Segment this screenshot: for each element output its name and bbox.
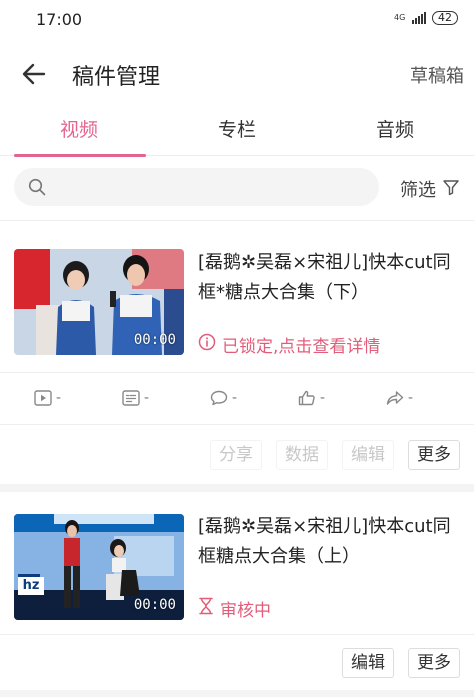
more-button[interactable]: 更多 xyxy=(408,440,460,470)
play-icon xyxy=(34,390,52,406)
share-button[interactable]: 分享 xyxy=(210,440,262,470)
comment-icon xyxy=(210,390,228,406)
danmaku-icon xyxy=(122,390,140,406)
info-circle-icon xyxy=(198,333,216,356)
thumbnail-caption: hz xyxy=(18,577,44,595)
video-status: 已锁定,点击查看详情 xyxy=(222,337,381,357)
funnel-icon xyxy=(442,178,460,201)
battery-indicator: 42 xyxy=(432,11,458,25)
hourglass-icon xyxy=(198,597,214,620)
edit-button[interactable]: 编辑 xyxy=(342,440,394,470)
stat-plays: - xyxy=(34,374,122,422)
tab-video-label: 视频 xyxy=(59,119,98,141)
data-button[interactable]: 数据 xyxy=(276,440,328,470)
divider xyxy=(0,634,474,635)
video-duration: 00:00 xyxy=(133,597,176,613)
app-bar: 稿件管理 草稿箱 xyxy=(0,40,474,106)
drafts-button[interactable]: 草稿箱 xyxy=(410,62,464,88)
video-title[interactable]: [磊鹅✲吴磊×宋祖儿]快本cut同框糖点大合集（上） xyxy=(198,512,460,572)
lock-status-link[interactable]: 已锁定,点击查看详情 xyxy=(198,332,380,357)
status-bar: 17:00 4G 42 xyxy=(0,0,474,40)
edit-button[interactable]: 编辑 xyxy=(342,648,394,678)
tab-column-label: 专栏 xyxy=(217,119,256,141)
tab-audio-label: 音频 xyxy=(375,119,414,141)
tab-bar: 视频 专栏 音频 xyxy=(0,106,474,157)
divider xyxy=(0,424,474,425)
video-actions: 分享 数据 编辑 更多 xyxy=(210,440,460,470)
more-button[interactable]: 更多 xyxy=(408,648,460,678)
filter-row: 筛选 xyxy=(0,164,474,212)
stat-comments-value: - xyxy=(232,390,238,406)
share-arrow-icon xyxy=(386,390,404,406)
status-indicators: 4G 42 xyxy=(394,11,458,25)
network-type: 4G xyxy=(394,13,406,22)
divider xyxy=(0,372,474,373)
video-thumbnail[interactable]: 00:00 xyxy=(14,249,184,355)
search-icon xyxy=(28,178,46,196)
divider xyxy=(0,220,474,221)
filter-button[interactable]: 筛选 xyxy=(400,176,460,202)
stat-comments: - xyxy=(210,374,298,422)
thumbs-up-icon xyxy=(298,390,316,406)
tab-video[interactable]: 视频 xyxy=(0,106,158,157)
search-input[interactable] xyxy=(14,168,379,206)
video-status: 审核中 xyxy=(220,601,271,621)
tab-active-indicator xyxy=(14,154,146,157)
stat-shares-value: - xyxy=(408,390,414,406)
back-arrow-icon[interactable] xyxy=(18,58,50,90)
stat-danmaku-value: - xyxy=(144,390,150,406)
signal-icon xyxy=(412,12,426,24)
page-title: 稿件管理 xyxy=(72,65,161,90)
tab-audio[interactable]: 音频 xyxy=(316,106,474,155)
review-status: 审核中 xyxy=(198,596,271,621)
stat-plays-value: - xyxy=(56,390,62,406)
video-stats: - - - - - xyxy=(0,374,474,422)
card-separator xyxy=(0,690,474,697)
stat-shares: - xyxy=(386,374,474,422)
tab-column[interactable]: 专栏 xyxy=(158,106,316,155)
video-thumbnail[interactable]: hz 00:00 xyxy=(14,514,184,620)
card-separator xyxy=(0,484,474,492)
stat-likes-value: - xyxy=(320,390,326,406)
video-duration: 00:00 xyxy=(133,332,176,348)
stat-danmaku: - xyxy=(122,374,210,422)
status-time: 17:00 xyxy=(36,10,83,29)
filter-label: 筛选 xyxy=(400,180,436,201)
video-actions: 编辑 更多 xyxy=(342,648,460,678)
stat-likes: - xyxy=(298,374,386,422)
video-title[interactable]: [磊鹅✲吴磊×宋祖儿]快本cut同框*糖点大合集（下） xyxy=(198,248,460,308)
